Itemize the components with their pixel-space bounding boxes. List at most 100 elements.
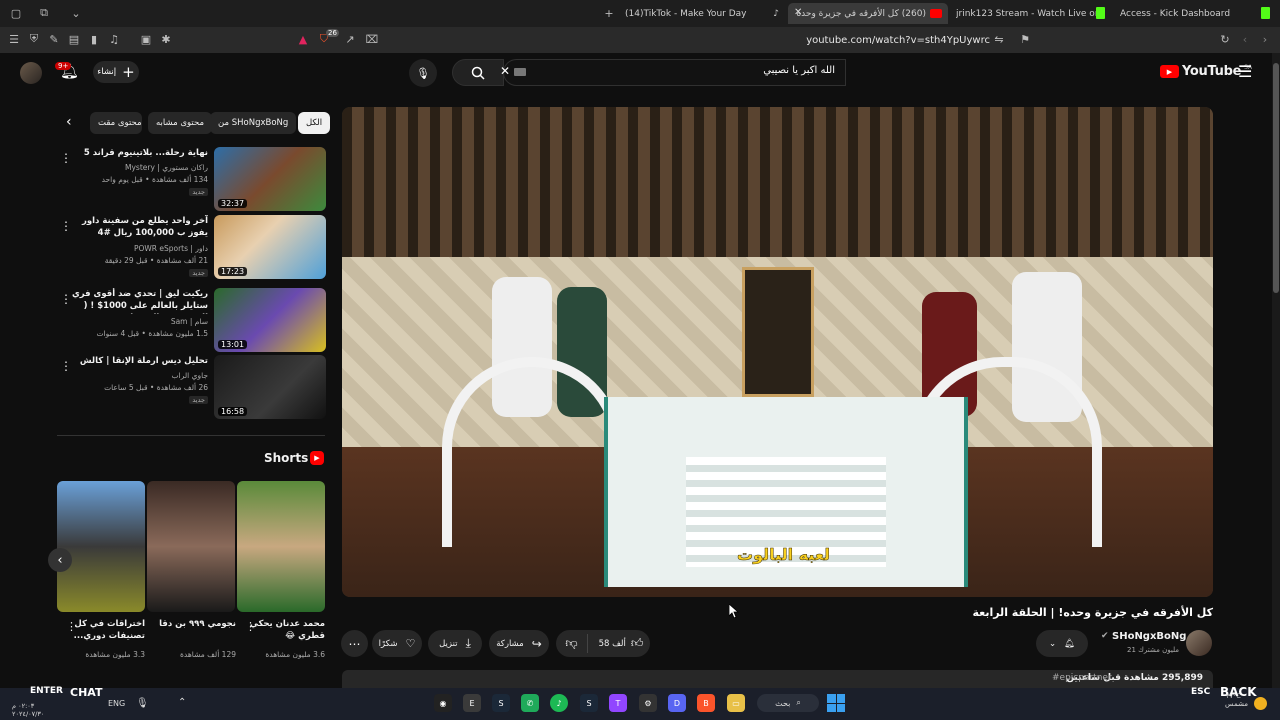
more-options-icon[interactable]: ⋮: [245, 620, 256, 633]
list-item[interactable]: 16:58 ⋮ تحليل ديس ارملة الإنقا | كالش جا…: [60, 355, 326, 419]
shorts-prev-button[interactable]: ‹: [48, 548, 72, 572]
chip-all[interactable]: الكل: [298, 112, 331, 134]
chip-from-channel[interactable]: من SHoNgxBoNg: [210, 112, 297, 134]
app-icon-brave[interactable]: B: [697, 694, 715, 712]
channel-name[interactable]: سام | Sam: [171, 317, 208, 326]
channel-avatar[interactable]: [1186, 630, 1212, 656]
chips-scroll-left-icon[interactable]: ‹: [66, 114, 72, 130]
app-icon-steam[interactable]: S: [580, 694, 598, 712]
video-title[interactable]: آخر واحد يطلع من سفينة داور يفوز ب 100,0…: [68, 215, 208, 239]
chip-similar[interactable]: محتوى مشابه: [148, 112, 212, 134]
thanks-button[interactable]: شكرًا ♡: [372, 630, 422, 657]
page-scrollbar[interactable]: [1272, 53, 1280, 688]
create-button[interactable]: إنشاء +: [93, 61, 139, 83]
video-player[interactable]: لعبه البالوت: [342, 107, 1213, 597]
download-button[interactable]: تنزيل ⤓: [428, 630, 482, 657]
video-thumbnail[interactable]: 13:01: [214, 288, 326, 352]
video-meta: 1.5 مليون مشاهدة • قبل 4 سنوات: [96, 329, 208, 338]
video-title[interactable]: نهاية رحلة... بلاتينيوم قراند 5: [68, 147, 208, 159]
more-options-icon[interactable]: ⋮: [66, 620, 77, 633]
channel-name[interactable]: داور | POWR eSports: [134, 244, 208, 253]
tab-kick-stream[interactable]: jrink123 Stream - Watch Live on Ki: [956, 3, 1096, 24]
tab-tiktok[interactable]: (14)TikTok - Make Your Day ♪: [625, 3, 785, 24]
share-button[interactable]: مشاركة ↪: [489, 630, 549, 657]
bookmark-icon[interactable]: ⚑: [1017, 31, 1033, 47]
app-icon-obs[interactable]: ◉: [434, 694, 452, 712]
reload-icon[interactable]: ↻: [1217, 31, 1233, 47]
weather-temp: ٣٧°C: [1226, 692, 1241, 700]
chip-suggested[interactable]: محتوى مقت: [90, 112, 142, 134]
back-icon[interactable]: ‹: [1237, 31, 1253, 47]
weather-widget[interactable]: مشمس: [1218, 700, 1248, 708]
short-title[interactable]: نجومي ٩٩٩ بن دقا: [158, 618, 236, 630]
tab-youtube[interactable]: (260) كل الأفرقه في جزيرة وحده: [788, 3, 948, 24]
tab-search-icon[interactable]: ⌄: [68, 5, 84, 21]
search-button[interactable]: [452, 59, 504, 86]
description-box[interactable]: 295,899 مشاهدة قبل ساعتين #epicpartner: [342, 670, 1213, 688]
like-button[interactable]: 58 ألف 👍︎: [592, 630, 650, 657]
language-indicator[interactable]: ENG: [108, 699, 125, 708]
menu-icon[interactable]: ☰: [6, 31, 22, 47]
short-thumbnail[interactable]: [237, 481, 325, 612]
short-title[interactable]: محمد عدنان يحكي قطري 😂: [247, 618, 325, 642]
tab-kick-dashboard[interactable]: Access - Kick Dashboard: [1120, 3, 1260, 24]
app-icon-discord[interactable]: D: [668, 694, 686, 712]
sidebar-icon[interactable]: ▮: [86, 31, 102, 47]
more-actions-button[interactable]: ⋯: [341, 630, 368, 657]
clock[interactable]: ٠٢:٠٣ م ٢٠٢٤/٠٧/٣٠: [12, 702, 44, 718]
shield-icon[interactable]: ⛨: [26, 31, 42, 47]
app-icon-spotify[interactable]: ♪: [550, 694, 568, 712]
forward-icon[interactable]: ›: [1257, 31, 1273, 47]
wallet-icon[interactable]: ▣: [138, 31, 154, 47]
microphone-tray-icon[interactable]: 🎙︎: [136, 698, 149, 709]
list-item[interactable]: 32:37 ⋮ نهاية رحلة... بلاتينيوم قراند 5 …: [60, 147, 326, 211]
app-icon-epic[interactable]: E: [463, 694, 481, 712]
voice-search-button[interactable]: 🎙︎: [409, 59, 437, 87]
tune-icon[interactable]: ⇋: [991, 31, 1007, 47]
channel-name[interactable]: SHoNgxBoNg: [1112, 631, 1186, 642]
thumbs-down-icon: 👎︎: [565, 636, 578, 650]
hashtag-link[interactable]: #epicpartner: [1052, 673, 1112, 683]
tab-actions-icon[interactable]: ⧉: [36, 5, 52, 21]
list-item[interactable]: 13:01 ⋮ ريكيت ليق | تحدي ضد أقوى فري ستا…: [60, 288, 326, 352]
pen-icon[interactable]: ✎: [46, 31, 62, 47]
guide-menu-icon[interactable]: ☰: [1238, 62, 1252, 81]
short-thumbnail[interactable]: [147, 481, 235, 612]
video-thumbnail[interactable]: 32:37: [214, 147, 326, 211]
panel-icon[interactable]: ▤: [66, 31, 82, 47]
app-icon-steam[interactable]: S: [492, 694, 510, 712]
short-title[interactable]: اختراقات في كل تصنيفات دوري...: [67, 618, 145, 642]
app-icon-file-explorer[interactable]: ▭: [727, 694, 745, 712]
close-tab-icon[interactable]: ✕: [794, 7, 802, 18]
app-icon-settings[interactable]: ⚙: [639, 694, 657, 712]
video-thumbnail[interactable]: 17:23: [214, 215, 326, 279]
address-bar[interactable]: youtube.com/watch?v=sth4YpUywrc: [690, 31, 990, 49]
keyboard-icon[interactable]: [514, 68, 526, 76]
video-title[interactable]: تحليل ديس ارملة الإنقا | كالش: [68, 355, 208, 367]
taskbar-search[interactable]: بحث ⌕: [757, 694, 819, 712]
app-icon-twitch[interactable]: T: [609, 694, 627, 712]
youtube-favicon-icon: [930, 9, 942, 18]
windows-start-icon[interactable]: [827, 694, 845, 712]
list-item[interactable]: 17:23 ⋮ آخر واحد يطلع من سفينة داور يفوز…: [60, 215, 326, 279]
app-icon-whatsapp[interactable]: ✆: [521, 694, 539, 712]
rewards-icon[interactable]: ▲: [295, 31, 311, 47]
extensions-icon[interactable]: ✱: [158, 31, 174, 47]
music-icon[interactable]: ♫: [106, 31, 122, 47]
subscribe-bell-button[interactable]: ⌄ 🔔︎: [1036, 630, 1088, 657]
avatar[interactable]: [20, 62, 42, 84]
clear-search-icon[interactable]: ✕: [500, 64, 510, 78]
channel-name[interactable]: راكان مستوري | Mystery: [125, 163, 208, 172]
video-title[interactable]: ريكيت ليق | تحدي ضد أقوى فري ستايلر بالع…: [68, 288, 208, 314]
new-tab-icon[interactable]: +: [601, 5, 617, 21]
screenshot-icon[interactable]: ⌧: [364, 31, 380, 47]
scrollbar-thumb[interactable]: [1273, 63, 1279, 293]
channel-name[interactable]: جاوي الراب: [172, 371, 208, 380]
share-icon[interactable]: ↗: [342, 31, 358, 47]
show-hidden-icons[interactable]: ⌃: [178, 697, 186, 708]
video-thumbnail[interactable]: 16:58: [214, 355, 326, 419]
short-thumbnail[interactable]: [57, 481, 145, 612]
search-input[interactable]: ✕ الله اكبر يا نصيبي: [500, 59, 846, 86]
dislike-button[interactable]: 👎︎: [556, 630, 587, 657]
sidebar-toggle-icon[interactable]: ▢: [8, 5, 24, 21]
